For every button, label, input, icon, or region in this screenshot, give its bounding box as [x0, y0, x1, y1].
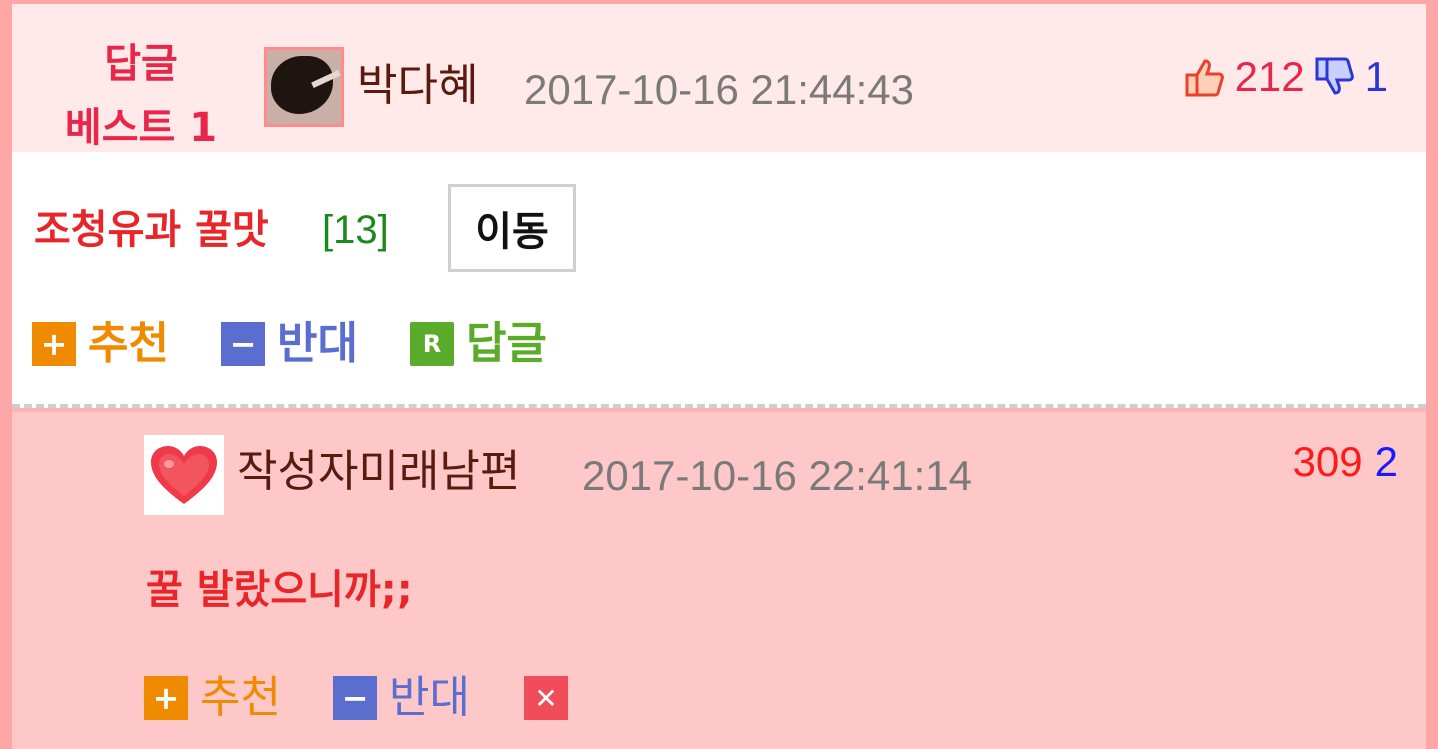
- reply-button[interactable]: 답글: [466, 316, 547, 372]
- minus-icon[interactable]: −: [220, 322, 265, 366]
- oppose-button[interactable]: 반대: [389, 670, 470, 726]
- username[interactable]: 박다혜: [357, 56, 478, 116]
- post-comment-count: [13]: [322, 208, 389, 252]
- heart-icon: [151, 446, 217, 504]
- best-label-line2: 베스트 1: [64, 105, 218, 151]
- reply-comment: 작성자미래남편 2017-10-16 22:41:14 309 2 꿀 발랐으니…: [12, 412, 1426, 749]
- oppose-button[interactable]: 반대: [277, 316, 358, 372]
- minus-icon[interactable]: −: [332, 676, 377, 720]
- post-title[interactable]: 조청유과 꿀맛: [34, 202, 269, 258]
- recommend-button[interactable]: 추천: [200, 670, 281, 726]
- best-comment-body: 조청유과 꿀맛 [13] 이동 + 추천 − 반대 R 답글: [12, 152, 1426, 408]
- comment-actions: + 추천 − 반대 R 답글: [32, 316, 547, 372]
- avatar[interactable]: [144, 435, 224, 515]
- comment-text: 꿀 발랐으니까;;: [146, 567, 413, 613]
- move-button[interactable]: 이동: [448, 184, 576, 272]
- vote-counts: 212 1: [1183, 50, 1388, 104]
- close-icon[interactable]: ✕: [523, 676, 568, 720]
- downvote-count: 1: [1364, 53, 1388, 100]
- best-reply-badge: 답글 베스트 1: [56, 32, 226, 160]
- avatar[interactable]: [264, 47, 344, 127]
- timestamp: 2017-10-16 21:44:43: [524, 66, 914, 113]
- thumbs-down-icon: [1315, 57, 1354, 95]
- plus-icon[interactable]: +: [32, 322, 76, 366]
- downvote-count: 2: [1374, 438, 1398, 485]
- timestamp: 2017-10-16 22:41:14: [582, 452, 972, 499]
- recommend-button[interactable]: 추천: [88, 316, 169, 372]
- best-comment-header: 답글 베스트 1 박다혜 2017-10-16 21:44:43 212 1: [12, 4, 1426, 152]
- vote-counts: 309 2: [1293, 434, 1398, 490]
- username[interactable]: 작성자미래남편: [237, 442, 520, 502]
- thumbs-up-icon: [1185, 59, 1224, 97]
- reply-r-icon[interactable]: R: [409, 322, 454, 366]
- comment-actions: + 추천 − 반대 ✕: [144, 670, 568, 726]
- best-label-line1: 답글: [104, 41, 178, 87]
- upvote-count: 212: [1234, 53, 1305, 100]
- upvote-count: 309: [1292, 438, 1363, 485]
- plus-icon[interactable]: +: [144, 676, 188, 720]
